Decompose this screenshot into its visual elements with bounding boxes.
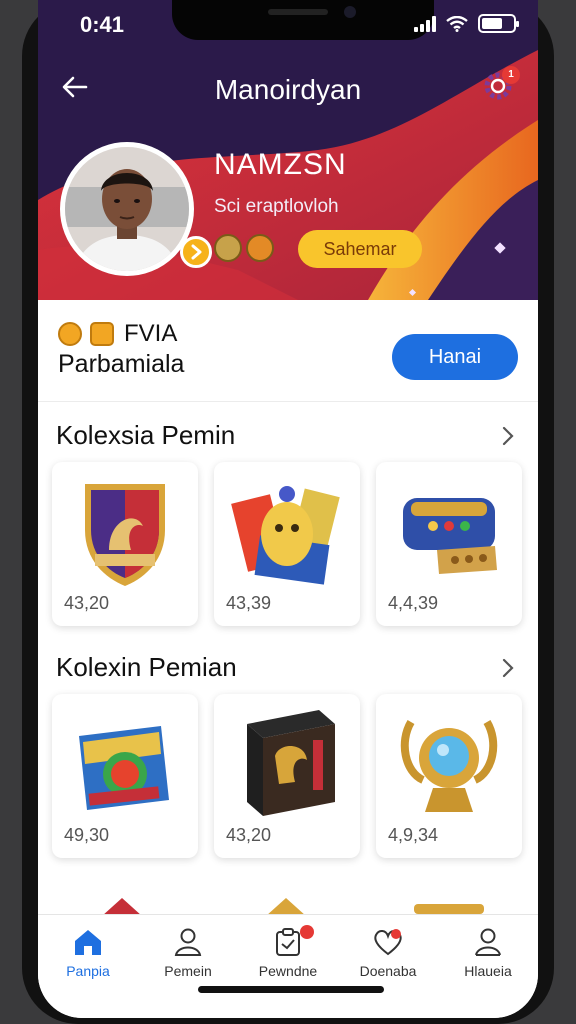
club-info-row: FVIA Parbamiala Hanai bbox=[38, 300, 538, 402]
primary-action-button[interactable]: Hanai bbox=[392, 334, 518, 380]
bottom-navigation: Panpia Pemein Pewndne Doenaba Hlaueia bbox=[38, 914, 538, 1018]
page-title: Manoirdyan bbox=[214, 74, 362, 105]
avatar[interactable] bbox=[60, 142, 194, 276]
wifi-icon bbox=[446, 15, 468, 32]
nav-label: Panpia bbox=[66, 963, 110, 979]
user-icon bbox=[174, 928, 202, 956]
currency-display: FVIA bbox=[58, 320, 177, 348]
device-notch bbox=[172, 0, 434, 40]
player-photo bbox=[65, 147, 189, 271]
nav-label: Pewndne bbox=[258, 963, 318, 979]
home-icon bbox=[75, 930, 101, 955]
club-crest-icon bbox=[85, 484, 165, 586]
collection-card[interactable]: 43,20 bbox=[214, 694, 360, 858]
header-action-button[interactable]: Sahemar bbox=[298, 230, 422, 268]
player-subtitle: Sci eraptlovloh bbox=[214, 196, 339, 217]
mystery-box-icon bbox=[247, 710, 335, 816]
golden-orb-icon bbox=[400, 719, 498, 812]
player-name: NAMZSN bbox=[214, 148, 347, 181]
nav-item-favorites[interactable]: Doenaba bbox=[338, 915, 438, 995]
nav-item-home[interactable]: Panpia bbox=[38, 915, 138, 995]
status-icons bbox=[414, 14, 519, 33]
machine-icon bbox=[403, 498, 497, 574]
notification-dot bbox=[300, 925, 314, 939]
collection-card[interactable]: 4,4,39 bbox=[376, 462, 522, 626]
heart-icon bbox=[374, 929, 402, 956]
item-value: 49,30 bbox=[64, 825, 110, 845]
collection-card[interactable]: 43,20 bbox=[52, 462, 198, 626]
section-title: Kolexin Pemian bbox=[56, 652, 237, 682]
collection-card[interactable]: 43,39 bbox=[214, 462, 360, 626]
club-name: Parbamiala bbox=[58, 350, 185, 378]
currency-label: FVIA bbox=[124, 320, 178, 347]
coin-icon bbox=[58, 322, 82, 346]
notification-badge: 1 bbox=[502, 66, 520, 84]
nav-label: Doenaba bbox=[359, 963, 417, 979]
item-value: 4,9,34 bbox=[388, 825, 439, 845]
achievement-badges bbox=[214, 234, 274, 262]
medal-icon bbox=[246, 234, 274, 262]
home-indicator[interactable] bbox=[198, 986, 384, 993]
collection-card[interactable]: 4,9,34 bbox=[376, 694, 522, 858]
profile-icon bbox=[475, 928, 501, 956]
nav-label: Pemein bbox=[164, 963, 212, 979]
item-value: 4,4,39 bbox=[388, 593, 439, 613]
item-value: 43,20 bbox=[226, 825, 272, 845]
trophy-pack-icon bbox=[231, 486, 340, 585]
next-item-peek bbox=[414, 904, 484, 914]
token-icon bbox=[90, 322, 114, 346]
nav-item-tasks[interactable]: Pewndne bbox=[238, 915, 338, 995]
chevron-right-icon[interactable] bbox=[500, 656, 516, 680]
collection-card[interactable]: 49,30 bbox=[52, 694, 198, 858]
phone-frame: 0:41 Manoirdyan 1 NAMZSN Sci eraptlovloh… bbox=[22, 0, 554, 1024]
play-icon[interactable] bbox=[180, 236, 212, 268]
medal-icon bbox=[214, 234, 242, 262]
card-pack-icon bbox=[79, 726, 169, 810]
nav-item-players[interactable]: Pemein bbox=[138, 915, 238, 995]
app-screen: 0:41 Manoirdyan 1 NAMZSN Sci eraptlovloh… bbox=[38, 0, 538, 1018]
item-value: 43,39 bbox=[226, 593, 272, 613]
nav-label: Hlaueia bbox=[464, 963, 512, 979]
section-title: Kolexsia Pemin bbox=[56, 420, 236, 450]
status-time: 0:41 bbox=[80, 12, 125, 37]
item-value: 43,20 bbox=[64, 593, 110, 613]
nav-item-profile[interactable]: Hlaueia bbox=[438, 915, 538, 995]
settings-button[interactable]: 1 bbox=[482, 66, 520, 107]
chevron-right-icon[interactable] bbox=[500, 424, 516, 448]
battery-icon bbox=[478, 14, 519, 33]
cellular-signal-icon bbox=[414, 15, 436, 32]
